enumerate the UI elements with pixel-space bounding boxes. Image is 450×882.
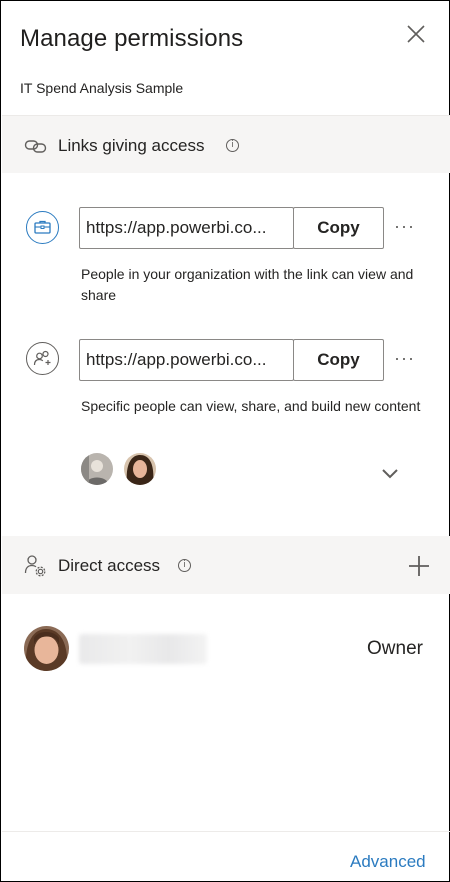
footer-divider (2, 831, 450, 832)
advanced-link[interactable]: Advanced (350, 852, 426, 872)
avatar (24, 626, 69, 671)
people-add-icon (33, 350, 51, 366)
info-icon[interactable]: i (178, 559, 191, 572)
report-name: IT Spend Analysis Sample (20, 80, 184, 96)
info-icon[interactable]: i (226, 139, 239, 152)
person-photo-icon (124, 453, 156, 485)
person-settings-icon (24, 555, 46, 577)
manage-permissions-panel: Manage permissions IT Spend Analysis Sam… (0, 0, 450, 882)
panel-title: Manage permissions (20, 25, 244, 52)
link-type-badge (26, 211, 59, 244)
link-url-field[interactable]: https://app.powerbi.co... (79, 339, 294, 381)
copy-link-button[interactable]: Copy (293, 339, 384, 381)
link-description: People in your organization with the lin… (81, 266, 414, 303)
direct-access-label: Direct access (58, 556, 161, 575)
link-icon (24, 140, 47, 153)
user-name-redacted (79, 634, 207, 664)
person-photo-icon (81, 453, 113, 485)
add-access-icon[interactable] (407, 554, 431, 578)
user-role: Owner (367, 638, 423, 659)
copy-link-button[interactable]: Copy (293, 207, 384, 249)
link-description: Specific people can view, share, and bui… (81, 398, 421, 414)
link-type-badge (26, 342, 59, 375)
link-url-field[interactable]: https://app.powerbi.co... (79, 207, 294, 249)
chevron-down-icon[interactable] (381, 467, 399, 481)
direct-access-header: Direct access i (2, 536, 450, 594)
close-icon[interactable] (405, 23, 427, 45)
more-options-icon[interactable]: ··· (394, 217, 418, 236)
more-options-icon[interactable]: ··· (394, 349, 418, 368)
person-photo-icon (24, 626, 69, 671)
avatar[interactable] (124, 453, 156, 485)
briefcase-icon (34, 220, 51, 234)
links-section-header: Links giving access i (2, 115, 450, 173)
user-list-item[interactable]: Owner (1, 621, 450, 677)
avatar[interactable] (81, 453, 113, 485)
links-section-label: Links giving access (58, 136, 205, 155)
